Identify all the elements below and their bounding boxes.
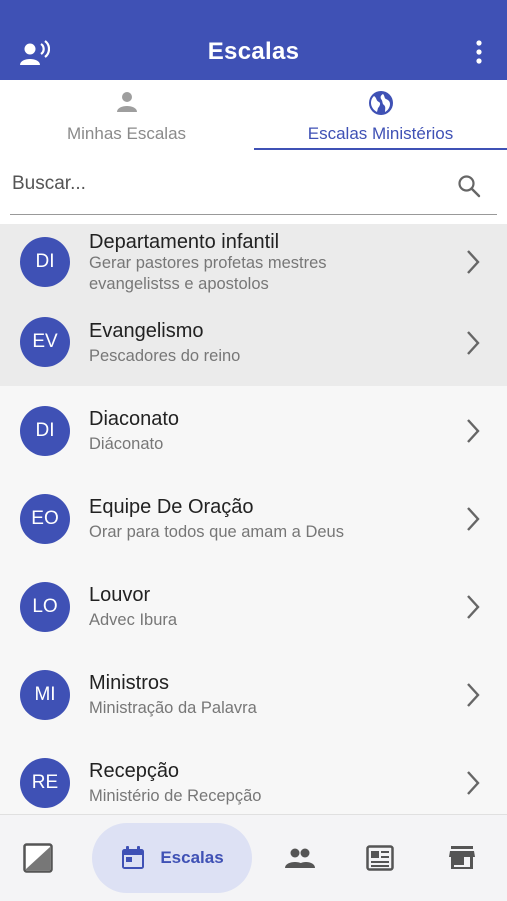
- item-title: Recepção: [89, 760, 180, 782]
- search-input[interactable]: [10, 166, 444, 202]
- person-icon: [116, 92, 137, 112]
- search-icon[interactable]: [457, 174, 481, 198]
- avatar: EV: [20, 317, 70, 367]
- item-title: Evangelismo: [89, 320, 204, 342]
- item-title: Departamento infantil: [89, 231, 280, 253]
- tab-bar: Minhas Escalas Escalas Ministérios: [0, 80, 507, 151]
- item-subtitle: Gerar pastores profetas mestres evangeli…: [89, 254, 327, 293]
- nav-item-news[interactable]: [352, 815, 408, 901]
- avatar: DI: [20, 406, 70, 456]
- nav-label: Escalas: [160, 848, 224, 867]
- app-bar: Escalas: [0, 0, 507, 80]
- nav-item-escalas[interactable]: Escalas: [92, 823, 252, 893]
- search-underline: [10, 214, 497, 215]
- item-subtitle: Advec Ibura: [89, 611, 178, 629]
- chevron-right-icon: [467, 419, 480, 443]
- chevron-right-icon: [467, 331, 480, 355]
- ministry-list: DI Departamento infantil Gerar pastores …: [0, 224, 507, 814]
- item-title: Ministros: [89, 672, 170, 694]
- list-item[interactable]: LO Louvor Advec Ibura: [0, 562, 507, 650]
- list-item[interactable]: DI Departamento infantil Gerar pastores …: [0, 224, 507, 306]
- chevron-right-icon: [467, 250, 480, 274]
- tab-label: Escalas Ministérios: [307, 124, 454, 143]
- item-subtitle: Ministério de Recepção: [89, 787, 262, 805]
- avatar: LO: [20, 582, 70, 632]
- list-item[interactable]: DI Diaconato Diáconato: [0, 386, 507, 474]
- list-item[interactable]: EV Evangelismo Pescadores do reino: [0, 306, 507, 386]
- search-bar: [0, 150, 507, 224]
- avatar: EO: [20, 494, 70, 544]
- list-item[interactable]: EO Equipe De Oração Orar para todos que …: [0, 474, 507, 562]
- chevron-right-icon: [467, 507, 480, 531]
- people-icon: [285, 848, 315, 868]
- globe-icon: [368, 91, 393, 115]
- page-title: Escalas: [207, 38, 300, 65]
- avatar: MI: [20, 670, 70, 720]
- bottom-nav: Escalas: [0, 814, 507, 901]
- chevron-right-icon: [467, 595, 480, 619]
- item-subtitle: Ministração da Palavra: [89, 699, 257, 717]
- chevron-right-icon: [467, 683, 480, 707]
- avatar: RE: [20, 758, 70, 808]
- calendar-icon: [122, 846, 145, 869]
- tab-label: Minhas Escalas: [66, 124, 187, 143]
- item-subtitle: Pescadores do reino: [89, 347, 241, 365]
- tab-minhas-escalas[interactable]: Minhas Escalas: [0, 80, 253, 150]
- nav-item-people[interactable]: [272, 815, 328, 901]
- nav-item-chart[interactable]: [10, 815, 66, 901]
- avatar: DI: [20, 237, 70, 287]
- item-subtitle: Orar para todos que amam a Deus: [89, 523, 344, 541]
- more-vert-icon[interactable]: [473, 40, 485, 66]
- chart-icon: [23, 843, 53, 873]
- item-title: Equipe De Oração: [89, 496, 254, 518]
- item-title: Diaconato: [89, 408, 180, 430]
- list-item[interactable]: RE Recepção Ministério de Recepção: [0, 738, 507, 814]
- chevron-right-icon: [467, 771, 480, 795]
- item-title: Louvor: [89, 584, 151, 606]
- nav-item-store[interactable]: [434, 815, 490, 901]
- list-item[interactable]: MI Ministros Ministração da Palavra: [0, 650, 507, 738]
- store-icon: [449, 846, 475, 869]
- item-subtitle: Diáconato: [89, 435, 164, 453]
- tab-escalas-ministerios[interactable]: Escalas Ministérios: [254, 80, 507, 151]
- newspaper-icon: [366, 845, 394, 871]
